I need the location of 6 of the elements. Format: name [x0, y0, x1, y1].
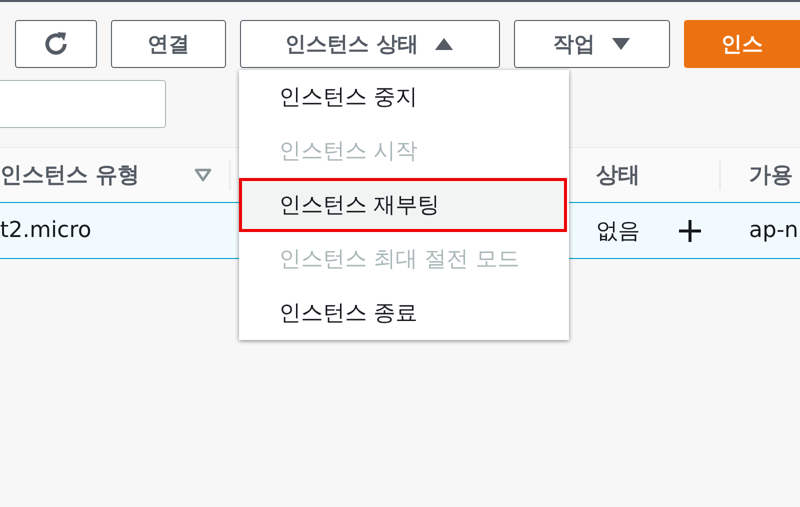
table-cell: ap-n [749, 218, 798, 243]
table-cell-text: 없음 [596, 218, 640, 246]
column-header: 상태 [596, 162, 640, 190]
column-header: 가용 [749, 162, 793, 190]
table-cell: t2.micro [0, 218, 92, 243]
column-header: 인스턴스 유형 [0, 162, 140, 190]
